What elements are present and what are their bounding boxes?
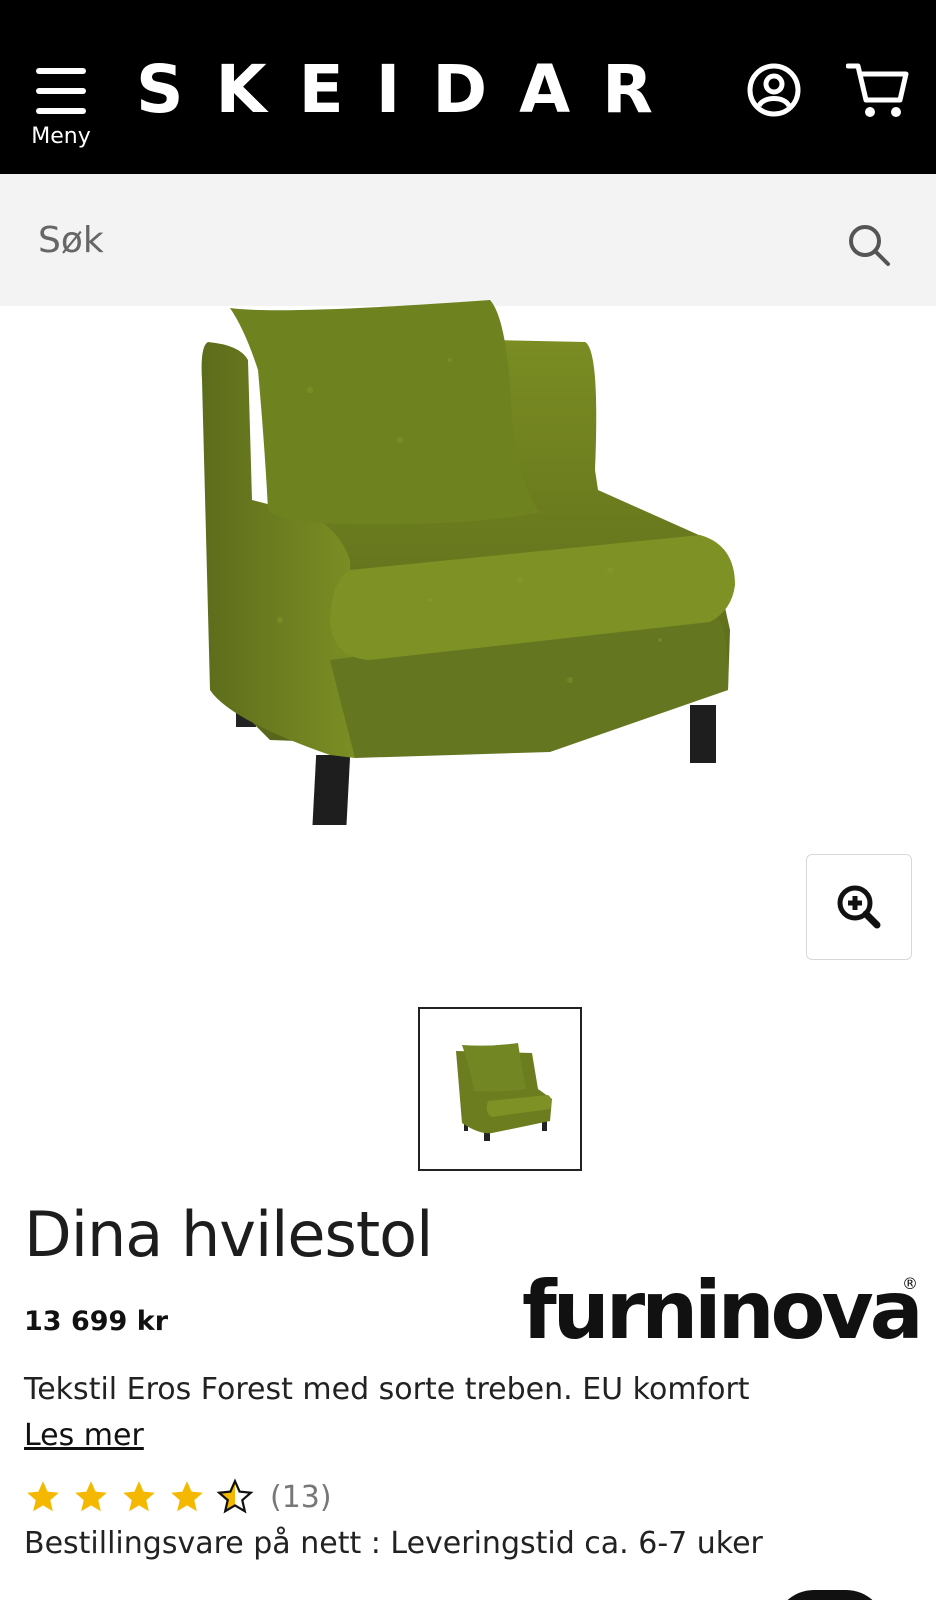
hamburger-icon <box>36 68 86 114</box>
product-image[interactable] <box>190 300 770 850</box>
zoom-in-icon <box>837 885 881 929</box>
half-star-icon <box>216 1478 254 1514</box>
star-icon <box>171 1481 203 1512</box>
chat-button[interactable] <box>774 1590 886 1600</box>
product-thumbnail[interactable] <box>418 1007 582 1171</box>
brand-name: furninova <box>522 1264 924 1357</box>
menu-button[interactable]: Meny <box>28 64 94 156</box>
account-icon[interactable] <box>746 62 802 118</box>
cart-icon[interactable] <box>845 60 910 120</box>
rating-count: (13) <box>270 1479 332 1515</box>
star-icon <box>75 1481 107 1512</box>
delivery-info: Bestillingsvare på nett : Leveringstid c… <box>24 1526 763 1561</box>
zoom-button[interactable] <box>806 854 912 960</box>
site-logo[interactable]: SKEIDAR <box>136 50 685 130</box>
search-bar <box>0 174 936 306</box>
read-more-link[interactable]: Les mer <box>24 1418 144 1453</box>
star-icon <box>27 1481 59 1512</box>
menu-label: Meny <box>31 124 91 149</box>
site-header: Meny SKEIDAR <box>0 0 936 174</box>
search-input[interactable] <box>38 212 798 268</box>
product-rating[interactable]: (13) <box>24 1476 332 1518</box>
product-price: 13 699 kr <box>24 1306 169 1337</box>
product-title: Dina hvilestol <box>24 1198 433 1271</box>
star-icon <box>123 1481 155 1512</box>
product-description: Tekstil Eros Forest med sorte treben. EU… <box>24 1372 750 1407</box>
registered-mark: ® <box>902 1274 918 1293</box>
brand-logo: furninova ® <box>522 1264 924 1358</box>
search-icon[interactable] <box>846 222 892 268</box>
